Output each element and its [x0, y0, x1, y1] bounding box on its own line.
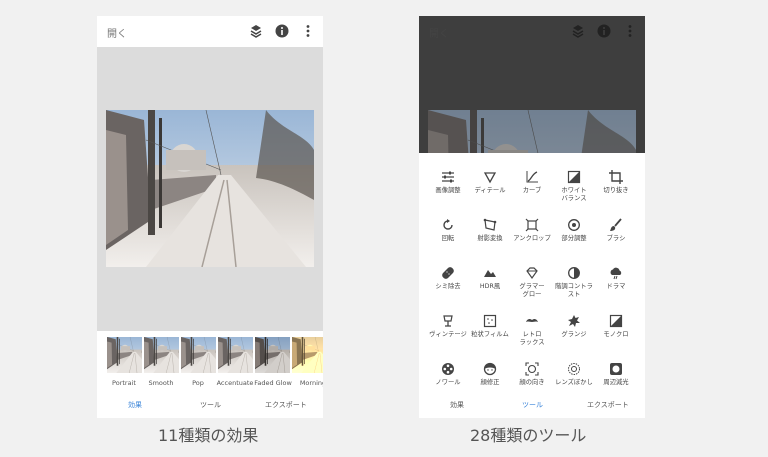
more-vert-icon[interactable] [622, 23, 638, 39]
dimmed-photo-area: 開く [419, 16, 645, 153]
tool-tonal-contrast[interactable]: 階調コントラ スト [552, 266, 596, 298]
bottom-tabs: 効果 ツール エクスポート [419, 396, 645, 418]
sliders-icon [442, 171, 454, 183]
lens-blur-icon [568, 363, 580, 375]
open-button[interactable]: 開く [107, 25, 127, 40]
photo-preview [106, 110, 314, 267]
tool-grunge[interactable]: グランジ [552, 314, 596, 339]
info-icon[interactable] [596, 23, 612, 39]
filter-label: Accentuate [216, 379, 254, 387]
tool-lens-blur[interactable]: レンズぼかし [552, 362, 596, 387]
tool-rotate[interactable]: 回転 [426, 218, 470, 243]
diamond-icon [526, 267, 538, 280]
open-button[interactable]: 開く [429, 25, 449, 40]
perspective-icon [483, 218, 497, 231]
photo-area [97, 47, 323, 331]
tool-tune-image[interactable]: 画像調整 [426, 170, 470, 195]
caption-tools-count: 28種類のツール [470, 426, 587, 445]
filter-thumb-smooth[interactable] [144, 337, 179, 373]
crop-icon [609, 170, 623, 184]
mountain-icon [484, 270, 496, 277]
filter-thumb-morning[interactable] [292, 337, 323, 373]
tool-brush[interactable]: ブラシ [594, 218, 638, 243]
bandage-icon [442, 267, 454, 279]
more-vert-icon[interactable] [300, 23, 316, 39]
filter-thumb-portrait[interactable] [107, 337, 142, 373]
tool-head-pose[interactable]: 顔の向き [510, 362, 554, 387]
curve-icon [526, 171, 538, 183]
tool-grainy-film[interactable]: 粒状フィルム [468, 314, 512, 339]
tool-details[interactable]: ディテール [468, 170, 512, 195]
target-icon [568, 219, 580, 231]
vignette-icon [610, 363, 622, 375]
filter-label: Pop [192, 379, 204, 387]
filter-strip: Portrait Smooth Pop Accentuate Faded Glo… [97, 337, 323, 395]
film-reel-icon [442, 363, 454, 375]
tool-noir[interactable]: ノワール [426, 362, 470, 387]
tool-vintage[interactable]: ヴィンテージ [426, 314, 470, 339]
tool-hdr-scape[interactable]: HDR風 [468, 266, 512, 291]
layers-stack-icon[interactable] [570, 23, 586, 39]
tab-tools[interactable]: ツール [522, 400, 543, 410]
tool-curves[interactable]: カーブ [510, 170, 554, 195]
tab-effects[interactable]: 効果 [128, 400, 142, 410]
tab-effects[interactable]: 効果 [450, 400, 464, 410]
filter-thumb-pop[interactable] [181, 337, 216, 373]
triangle-icon [483, 172, 497, 184]
tool-expand[interactable]: アンクロップ [510, 218, 554, 243]
tonal-icon [568, 267, 580, 279]
tool-vignette[interactable]: 周辺減光 [594, 362, 638, 387]
grain-icon [483, 314, 497, 328]
monochrome-icon [609, 314, 623, 328]
expand-icon [525, 218, 539, 232]
tool-drama[interactable]: ドラマ [594, 266, 638, 291]
tool-healing[interactable]: シミ除去 [426, 266, 470, 291]
brush-icon [610, 218, 622, 231]
face-icon [483, 362, 497, 376]
face-pose-icon [525, 362, 539, 376]
top-bar: 開く [97, 16, 323, 47]
filter-thumb-faded-glow[interactable] [255, 337, 290, 373]
mustache-icon [526, 318, 538, 322]
filter-thumb-accentuate[interactable] [218, 337, 253, 373]
filter-label: Morning [299, 379, 323, 387]
lamp-icon [443, 315, 453, 327]
filter-label: Faded Glow [254, 379, 292, 387]
tab-export[interactable]: エクスポート [587, 400, 629, 410]
top-bar: 開く [419, 16, 645, 47]
filter-label: Smooth [148, 379, 174, 387]
tool-white-balance[interactable]: ホワイト バランス [552, 170, 596, 202]
bottom-tabs: 効果 ツール エクスポート [97, 396, 323, 418]
white-balance-icon [567, 170, 581, 184]
info-icon[interactable] [274, 23, 290, 39]
tab-tools[interactable]: ツール [200, 400, 221, 410]
tool-retrolux[interactable]: レトロ ラックス [510, 314, 554, 346]
grunge-icon [568, 315, 580, 327]
tool-black-white[interactable]: モノクロ [594, 314, 638, 339]
photo-preview-dimmed [428, 110, 636, 153]
tools-grid: 画像調整 ディテール カーブ ホワイト バランス 切り抜き 回転 射影変換 アン… [419, 153, 645, 399]
tab-export[interactable]: エクスポート [265, 400, 307, 410]
filter-label: Portrait [112, 379, 136, 387]
tool-glamour-glow[interactable]: グラマー グロー [510, 266, 554, 298]
tool-portrait[interactable]: 顔修正 [468, 362, 512, 387]
tools-screen: 開く 画像調整 ディテール カーブ ホワイト バランス 切り抜き 回転 射影変換… [419, 16, 645, 418]
tool-crop[interactable]: 切り抜き [594, 170, 638, 195]
effects-screen: 開く Portrait Smooth Pop Accentuate Faded … [97, 16, 323, 418]
caption-effects-count: 11種類の効果 [158, 426, 259, 445]
cloud-icon [610, 267, 622, 280]
tool-selective[interactable]: 部分調整 [552, 218, 596, 243]
rotate-icon [443, 219, 453, 230]
layers-stack-icon[interactable] [248, 23, 264, 39]
tool-perspective[interactable]: 射影変換 [468, 218, 512, 243]
